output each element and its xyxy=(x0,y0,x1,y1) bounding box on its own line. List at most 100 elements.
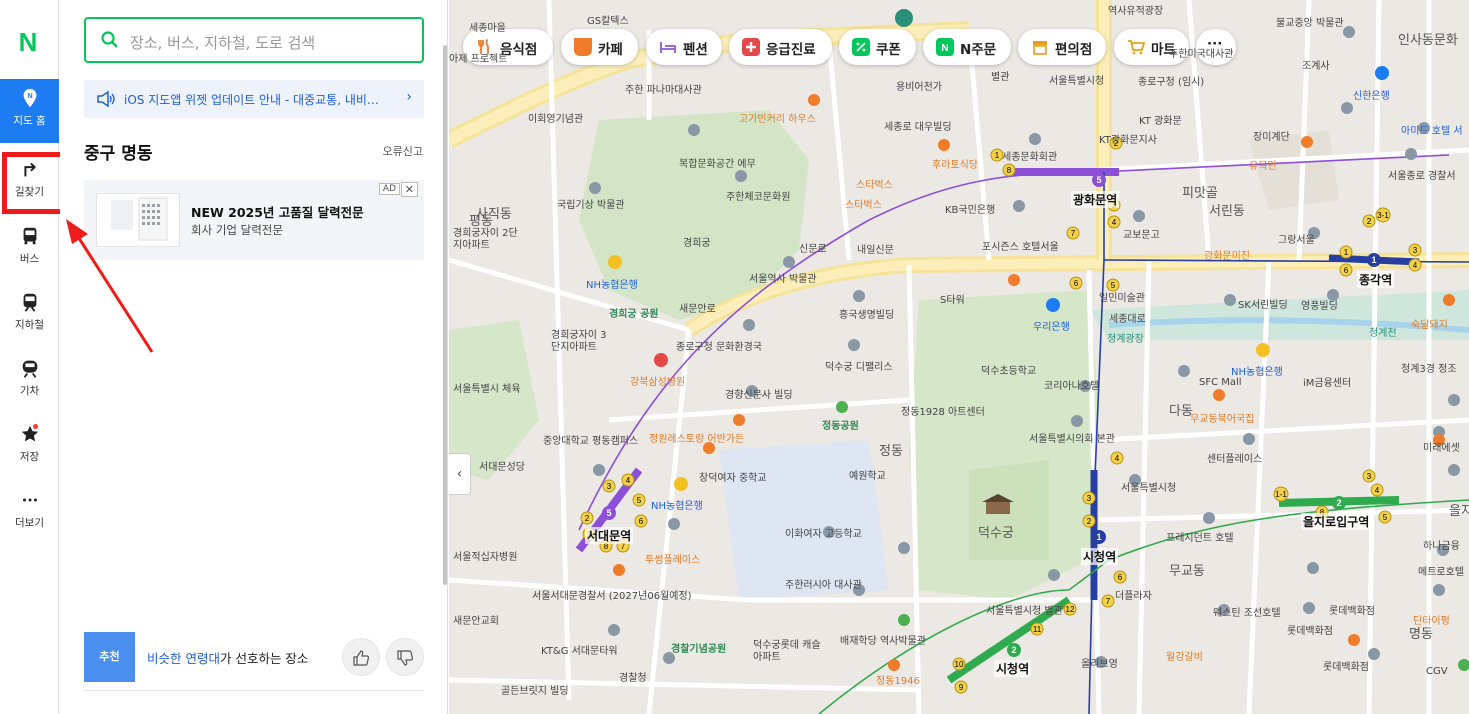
map-label[interactable]: 경희궁자이 3단지아파트 xyxy=(551,330,611,354)
map-label[interactable]: 흥국생명빌딩 xyxy=(839,306,894,321)
map-label[interactable]: 서울특별시 체육 xyxy=(453,380,521,395)
map-label[interactable]: 서울서대문경찰서 (2027년06월예정) xyxy=(532,587,692,602)
map-label[interactable]: 세종로 대우빌딩 xyxy=(884,118,952,133)
collapse-panel-button[interactable]: ‹ xyxy=(449,453,471,495)
map-label[interactable]: 평동 xyxy=(469,210,493,229)
map-label[interactable]: 스타벅스 xyxy=(845,196,882,211)
map-label[interactable]: 웨스틴 조선호텔 xyxy=(1213,604,1281,619)
map-label[interactable]: 프레지던트 호텔 xyxy=(1166,529,1234,544)
map-label[interactable]: 별관 xyxy=(991,68,1009,83)
map-label[interactable]: 세종대로 xyxy=(1109,310,1146,325)
map-label[interactable]: 청계천 xyxy=(1369,324,1397,339)
map-label[interactable]: 정동 xyxy=(879,440,903,459)
map-label[interactable]: 새문안교회 xyxy=(453,612,499,627)
map-label[interactable]: 서울역사 박물관 xyxy=(749,270,817,285)
station-label[interactable]: 서대문역 xyxy=(585,527,634,544)
search-box[interactable]: 장소, 버스, 지하철, 도로 검색 xyxy=(84,17,424,63)
map-label[interactable]: 미래에셋 xyxy=(1423,439,1460,454)
rail-item-more[interactable]: 더보기 xyxy=(0,481,59,545)
map-label[interactable]: 서울특별시의회 본관 xyxy=(1029,430,1115,445)
map-label[interactable]: 일민미술관 xyxy=(1099,289,1145,304)
map-label[interactable]: 영풍빌딩 xyxy=(1301,297,1338,312)
map-label[interactable]: 경희궁자이 2단지아파트 xyxy=(453,228,523,252)
map-label[interactable]: GS칼텍스 xyxy=(587,12,629,27)
map-label[interactable]: NH농협은행 xyxy=(586,276,638,291)
map-label[interactable]: KT&G 서대문타워 xyxy=(541,642,618,657)
map-label[interactable]: 정원레스토랑 어반가든 xyxy=(649,430,744,445)
map-label[interactable]: 예원학교 xyxy=(849,467,886,482)
map-label[interactable]: 역사유적광장 xyxy=(1108,2,1163,17)
map-label[interactable]: 창덕여자 중학교 xyxy=(699,469,767,484)
map-label[interactable]: 배재학당 역사박물관 xyxy=(840,632,926,647)
map-label[interactable]: 경희궁 공원 xyxy=(609,305,658,320)
map-label[interactable]: 서울적십자병원 xyxy=(453,548,517,563)
map-label[interactable]: KT 광화문 xyxy=(1139,112,1182,127)
naver-logo[interactable]: N xyxy=(14,28,42,56)
report-error-link[interactable]: 오류신고 xyxy=(383,143,423,159)
map-label[interactable]: 청계광장 xyxy=(1107,330,1144,345)
map-label[interactable]: 종로구청 (임시) xyxy=(1138,73,1204,88)
map-label[interactable]: 무교동 xyxy=(1169,560,1205,579)
map-label[interactable]: 세종문화회관 xyxy=(1002,148,1057,163)
station-label[interactable]: 광화문역 xyxy=(1071,191,1120,208)
map-label[interactable]: 후라토식당 xyxy=(932,156,978,171)
map-label[interactable]: 용비어천가 xyxy=(896,78,942,93)
map-label[interactable]: SFC Mall xyxy=(1199,377,1242,388)
map-label[interactable]: 더플라자 xyxy=(1115,587,1152,602)
station-label[interactable]: 시청역 xyxy=(1081,548,1119,565)
category-chip-cafe[interactable]: 카페 xyxy=(561,29,638,65)
map-label[interactable]: 경찰청 xyxy=(619,669,647,684)
map-label[interactable]: 덕수궁 디팰리스 xyxy=(825,358,893,373)
map-label[interactable]: 내일신문 xyxy=(857,241,894,256)
category-chip-convenience[interactable]: 편의점 xyxy=(1018,29,1106,65)
map-label[interactable]: 이화여자 고등학교 xyxy=(785,525,862,540)
map-label[interactable]: 국립기상 박물관 xyxy=(557,196,625,211)
map-label[interactable]: 세종마을 xyxy=(469,19,506,34)
map-label[interactable]: 덕수궁롯데 캐슬아파트 xyxy=(753,640,823,664)
map-label[interactable]: 광화문미진 xyxy=(1204,247,1250,262)
station-label[interactable]: 종각역 xyxy=(1357,271,1395,288)
ad-close-button[interactable]: ✕ xyxy=(400,182,418,197)
map-label[interactable]: CGV xyxy=(1426,666,1448,677)
map-label[interactable]: 아미드 호텔 서 xyxy=(1401,122,1463,137)
map-label[interactable]: 올리브영 xyxy=(1081,655,1118,670)
map-label[interactable]: 신한은행 xyxy=(1353,87,1390,102)
map-label[interactable]: 경찰기념공원 xyxy=(671,640,726,655)
category-chip-norder[interactable]: N N주문 xyxy=(923,29,1011,65)
map-label[interactable]: 하나금융 xyxy=(1423,537,1460,552)
map-label[interactable]: KB국민은행 xyxy=(945,201,995,216)
map-label[interactable]: 코리아나호텔 xyxy=(1044,377,1099,392)
map-label[interactable]: KT광화문지사 xyxy=(1099,131,1157,146)
map-label[interactable]: 유목민 xyxy=(1249,157,1277,172)
map-label[interactable]: SK서린빌딩 xyxy=(1238,296,1288,311)
category-chip-coupon[interactable]: 쿠폰 xyxy=(839,29,916,65)
map-label[interactable]: 메트로호텔 xyxy=(1418,563,1464,578)
map-label[interactable]: 이회영기념관 xyxy=(528,110,583,125)
map-label[interactable]: 조계사 xyxy=(1302,57,1330,72)
map-label[interactable]: NH농협은행 xyxy=(1231,363,1283,378)
rail-item-saved[interactable]: 저장 xyxy=(0,415,59,479)
map-label[interactable]: 스타벅스 xyxy=(856,176,893,191)
map-label[interactable]: 불교중앙 박물관 xyxy=(1276,14,1344,29)
map-label[interactable]: 우리은행 xyxy=(1033,318,1070,333)
map-label[interactable]: NH농협은행 xyxy=(651,497,703,512)
map-label[interactable]: 포시즌스 호텔서울 xyxy=(982,238,1059,253)
map-label[interactable]: 정동1946 xyxy=(876,672,920,687)
rail-item-bus[interactable]: 버스 xyxy=(0,217,59,281)
map-label[interactable]: 종로구청 문화환경국 xyxy=(676,338,762,353)
map-label[interactable]: 투썸플레이스 xyxy=(645,551,700,566)
map-label[interactable]: 신문로 xyxy=(799,240,827,255)
map-label[interactable]: 복합문화공간 에무 xyxy=(679,155,756,170)
map-canvas[interactable]: 5 5 1 1 2 2 1 8 2 3 4 7 6 5 4 3 2 6 7 12… xyxy=(449,0,1469,714)
map-label[interactable]: 서대문성당 xyxy=(479,458,525,473)
map-label[interactable]: 강북삼성병원 xyxy=(630,373,685,388)
map-label[interactable]: 정동공원 xyxy=(822,417,859,432)
ad-card[interactable]: NEW 2025년 고품질 달력전문 회사 기업 달력전문 AD ✕ xyxy=(84,180,424,260)
map-label[interactable]: 서울특별시청 xyxy=(1049,72,1104,87)
map-label[interactable]: 서울종로 경찰서 xyxy=(1388,167,1456,182)
map-label[interactable]: 덕수초등학교 xyxy=(981,362,1036,377)
thumbs-down-button[interactable] xyxy=(386,638,424,676)
map-label[interactable]: 피맛골 xyxy=(1182,182,1218,201)
map-label[interactable]: 다동 xyxy=(1169,400,1193,419)
map-label[interactable]: 롯데백화점 xyxy=(1287,622,1333,637)
